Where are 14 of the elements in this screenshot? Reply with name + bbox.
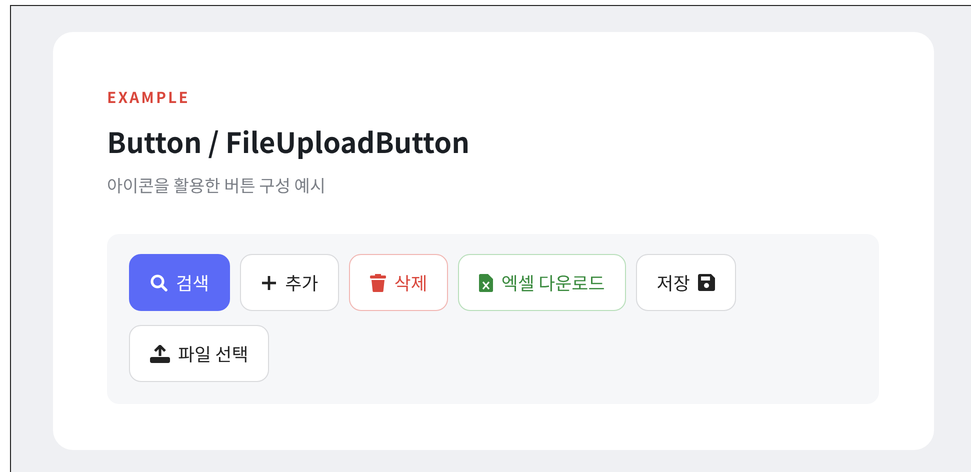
card-title: Button / FileUploadButton (107, 122, 470, 162)
action-button[interactable]: 추가 (240, 254, 340, 311)
action-button[interactable]: 엑셀 다운로드 (458, 254, 626, 311)
search-icon (150, 274, 168, 292)
spreadsheet-file-icon (479, 274, 494, 292)
card-subtitle: 아이콘을 활용한 버튼 구성 예시 (107, 172, 326, 197)
file-select-button[interactable]: 파일 선택 (129, 325, 270, 382)
eyebrow-label: EXAMPLE (107, 87, 190, 108)
action-button[interactable]: 검색 (129, 254, 230, 311)
trash-icon (370, 274, 386, 292)
plus-icon (261, 274, 278, 290)
upload-icon (150, 344, 170, 362)
action-button[interactable]: 삭제 (349, 254, 448, 311)
action-button[interactable]: 저장 (636, 254, 736, 311)
